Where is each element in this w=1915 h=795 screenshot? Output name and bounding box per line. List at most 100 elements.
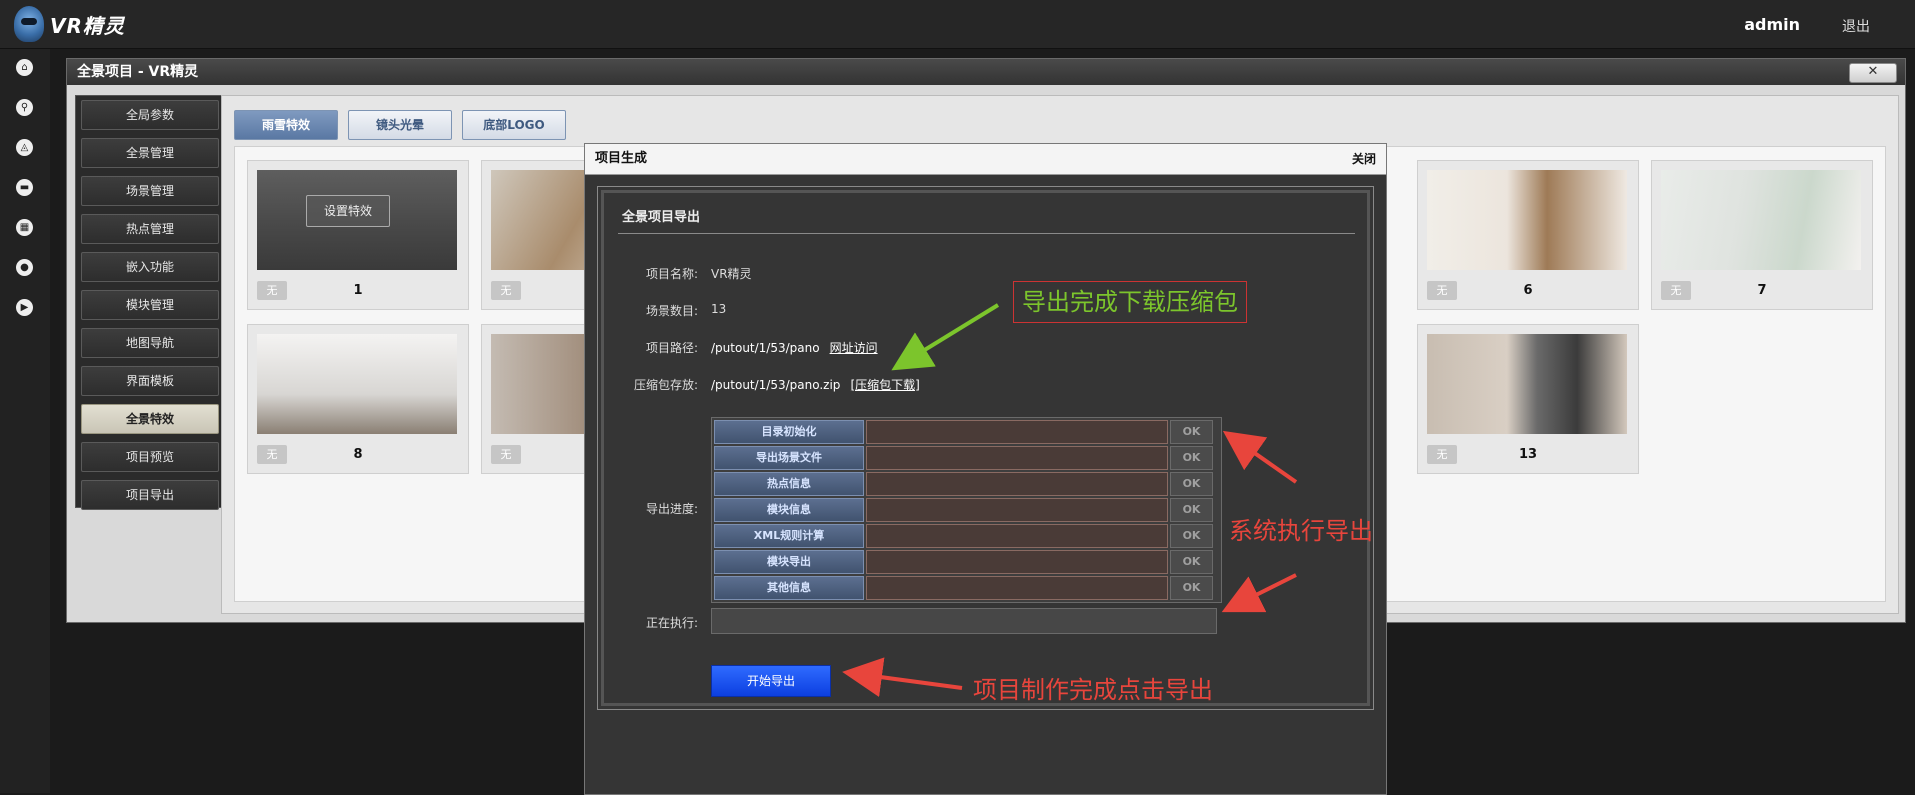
step-name: 模块导出 bbox=[714, 550, 864, 574]
scene-count-value: 13 bbox=[711, 302, 727, 316]
folder-icon[interactable]: ▬ bbox=[16, 179, 33, 196]
effect-badge: 无 bbox=[491, 445, 521, 464]
play-icon[interactable]: ▶ bbox=[16, 299, 33, 316]
scene-thumbnail[interactable] bbox=[1661, 170, 1861, 270]
project-path-label: 项目路径: bbox=[645, 341, 698, 355]
walker-icon[interactable]: ⚲ bbox=[16, 99, 33, 116]
step-progress-bar bbox=[866, 446, 1168, 470]
step-status: OK bbox=[1170, 420, 1213, 444]
step-status: OK bbox=[1170, 498, 1213, 522]
progress-row: 模块导出 OK bbox=[714, 550, 1220, 574]
step-status: OK bbox=[1170, 550, 1213, 574]
scene-number: 7 bbox=[1757, 283, 1767, 298]
scene-card[interactable]: 无 7 bbox=[1651, 160, 1873, 310]
tab-bottom-logo[interactable]: 底部LOGO bbox=[462, 110, 566, 140]
scene-thumbnail[interactable] bbox=[1427, 334, 1627, 434]
sidebar-item-global-params[interactable]: 全局参数 bbox=[81, 100, 219, 130]
sidebar-item-embed[interactable]: 嵌入功能 bbox=[81, 252, 219, 282]
scene-thumbnail[interactable] bbox=[257, 334, 457, 434]
step-status: OK bbox=[1170, 446, 1213, 470]
running-label: 正在执行: bbox=[645, 616, 698, 630]
step-name: 热点信息 bbox=[714, 472, 864, 496]
scene-card[interactable]: 无 13 bbox=[1417, 324, 1639, 474]
top-bar: VR精灵 admin 退出 bbox=[0, 0, 1915, 49]
dialog-close-button[interactable]: 关闭 bbox=[1352, 144, 1376, 174]
project-name-label: 项目名称: bbox=[645, 267, 698, 281]
sidebar-item-hotspot-manage[interactable]: 热点管理 bbox=[81, 214, 219, 244]
current-user: admin bbox=[1744, 15, 1800, 34]
set-effect-button[interactable]: 设置特效 bbox=[306, 195, 390, 227]
sidebar-item-map-nav[interactable]: 地图导航 bbox=[81, 328, 219, 358]
export-panel: 全景项目导出 项目名称: VR精灵 场景数目: 13 项目路径: /putout… bbox=[597, 186, 1374, 710]
scene-card[interactable]: 无 8 bbox=[247, 324, 469, 474]
step-status: OK bbox=[1170, 576, 1213, 600]
tab-rain-snow[interactable]: 雨雪特效 bbox=[234, 110, 338, 140]
step-progress-bar bbox=[866, 472, 1168, 496]
progress-row: 目录初始化 OK bbox=[714, 420, 1220, 444]
effect-badge: 无 bbox=[257, 445, 287, 464]
sidebar-item-module-manage[interactable]: 模块管理 bbox=[81, 290, 219, 320]
effect-badge: 无 bbox=[1427, 281, 1457, 300]
project-path-row: /putout/1/53/pano 网址访问 bbox=[711, 339, 878, 356]
web-access-link[interactable]: 网址访问 bbox=[830, 341, 878, 355]
step-progress-bar bbox=[866, 524, 1168, 548]
annotation-click-export: 项目制作完成点击导出 bbox=[973, 676, 1213, 704]
sidebar-item-project-export[interactable]: 项目导出 bbox=[81, 480, 219, 510]
step-progress-bar bbox=[866, 498, 1168, 522]
progress-row: 导出场景文件 OK bbox=[714, 446, 1220, 470]
annotation-system-export: 系统执行导出 bbox=[1229, 517, 1373, 545]
sidebar-nav: 全局参数 全景管理 场景管理 热点管理 嵌入功能 模块管理 地图导航 界面模板 … bbox=[75, 95, 225, 510]
effect-badge: 无 bbox=[1661, 281, 1691, 300]
export-progress-label: 导出进度: bbox=[645, 502, 698, 516]
sidebar-item-ui-template[interactable]: 界面模板 bbox=[81, 366, 219, 396]
scene-number: 1 bbox=[353, 283, 363, 298]
panel-title: 全景项目导出 bbox=[622, 210, 701, 225]
user-icon[interactable]: ● bbox=[16, 259, 33, 276]
vr-mascot-icon bbox=[14, 6, 44, 42]
step-progress-bar bbox=[866, 550, 1168, 574]
project-path-value: /putout/1/53/pano bbox=[711, 341, 820, 355]
zip-location-label: 压缩包存放: bbox=[633, 378, 698, 392]
sidebar-item-scene-manage[interactable]: 场景管理 bbox=[81, 176, 219, 206]
progress-row: XML规则计算 OK bbox=[714, 524, 1220, 548]
effect-badge: 无 bbox=[257, 281, 287, 300]
scene-thumbnail[interactable] bbox=[1427, 170, 1627, 270]
annotation-download: 导出完成下载压缩包 bbox=[1013, 281, 1247, 323]
scene-number: 8 bbox=[353, 447, 363, 462]
zip-path-value: /putout/1/53/pano.zip bbox=[711, 378, 841, 392]
step-progress-bar bbox=[866, 576, 1168, 600]
left-rail: ⌂ ⚲ ◬ ▬ ▦ ● ▶ bbox=[0, 49, 50, 793]
window-close-button[interactable]: ✕ bbox=[1849, 63, 1897, 83]
effect-badge: 无 bbox=[491, 281, 521, 300]
scene-number: 6 bbox=[1523, 283, 1533, 298]
start-export-button[interactable]: 开始导出 bbox=[711, 665, 831, 697]
logout-link[interactable]: 退出 bbox=[1842, 16, 1870, 36]
step-progress-bar bbox=[866, 420, 1168, 444]
home-icon[interactable]: ⌂ bbox=[16, 59, 33, 76]
export-progress-table: 目录初始化 OK 导出场景文件 OK 热点信息 OK 模块信息 OK XML规则计算 OK… bbox=[711, 417, 1222, 603]
scene-count-label: 场景数目: bbox=[645, 304, 698, 318]
dialog-title: 项目生成 bbox=[595, 151, 648, 166]
scene-card[interactable]: 设置特效 无 1 bbox=[247, 160, 469, 310]
running-status-field bbox=[711, 608, 1217, 634]
step-status: OK bbox=[1170, 524, 1213, 548]
tab-lens-flare[interactable]: 镜头光晕 bbox=[348, 110, 452, 140]
sidebar-item-project-preview[interactable]: 项目预览 bbox=[81, 442, 219, 472]
progress-row: 热点信息 OK bbox=[714, 472, 1220, 496]
project-name-value: VR精灵 bbox=[711, 267, 752, 281]
step-name: 其他信息 bbox=[714, 576, 864, 600]
effect-badge: 无 bbox=[1427, 445, 1457, 464]
zip-download-link[interactable]: [压缩包下载] bbox=[850, 378, 919, 392]
step-name: 模块信息 bbox=[714, 498, 864, 522]
divider bbox=[618, 233, 1355, 234]
scene-card[interactable]: 无 6 bbox=[1417, 160, 1639, 310]
app-logo[interactable]: VR精灵 bbox=[14, 4, 125, 44]
compass-icon[interactable]: ◬ bbox=[16, 139, 33, 156]
sidebar-item-panorama-manage[interactable]: 全景管理 bbox=[81, 138, 219, 168]
step-name: 目录初始化 bbox=[714, 420, 864, 444]
grid-icon[interactable]: ▦ bbox=[16, 219, 33, 236]
zip-location-row: /putout/1/53/pano.zip [压缩包下载] bbox=[711, 376, 920, 393]
sidebar-item-panorama-effects[interactable]: 全景特效 bbox=[81, 404, 219, 434]
effect-tabs: 雨雪特效 镜头光晕 底部LOGO bbox=[234, 110, 566, 140]
dialog-header: 项目生成 关闭 bbox=[585, 144, 1386, 175]
